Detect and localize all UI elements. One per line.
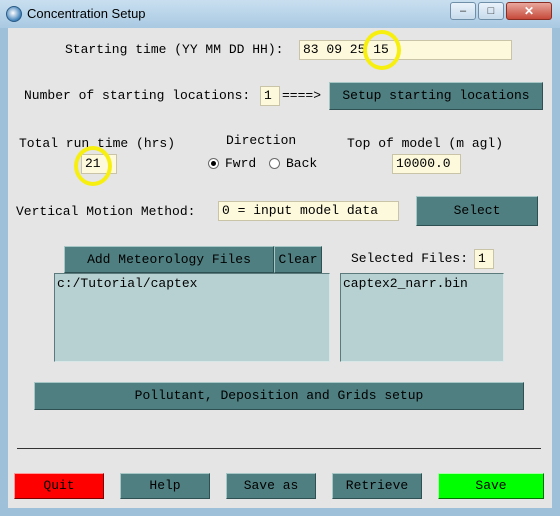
add-meteorology-button[interactable]: Add Meteorology Files bbox=[64, 246, 274, 273]
starting-time-input[interactable]: 83 09 25 15 bbox=[299, 40, 512, 60]
locations-arrow: ====> bbox=[282, 88, 322, 103]
top-model-label: Top of model (m agl) bbox=[347, 136, 504, 151]
list-item[interactable]: c:/Tutorial/captex bbox=[57, 276, 329, 291]
save-as-button[interactable]: Save as bbox=[226, 473, 316, 499]
close-button[interactable]: ✕ bbox=[506, 2, 552, 20]
direction-back-label[interactable]: Back bbox=[286, 156, 317, 171]
top-model-input[interactable]: 10000.0 bbox=[392, 154, 461, 174]
maximize-button[interactable]: □ bbox=[478, 2, 504, 20]
app-globe-icon bbox=[6, 6, 22, 22]
direction-forward-radio[interactable] bbox=[208, 158, 219, 169]
help-button[interactable]: Help bbox=[120, 473, 210, 499]
vertical-motion-input[interactable]: 0 = input model data bbox=[218, 201, 399, 221]
setup-locations-button[interactable]: Setup starting locations bbox=[329, 82, 543, 110]
run-time-label: Total run time (hrs) bbox=[19, 136, 176, 151]
save-button[interactable]: Save bbox=[438, 473, 544, 499]
direction-forward-label[interactable]: Fwrd bbox=[225, 156, 256, 171]
list-item[interactable]: captex2_narr.bin bbox=[343, 276, 503, 291]
selected-files-count: 1 bbox=[474, 249, 494, 269]
window-title: Concentration Setup bbox=[27, 6, 146, 21]
meteorology-directory-list[interactable]: c:/Tutorial/captex bbox=[54, 273, 330, 362]
minimize-button[interactable]: – bbox=[450, 2, 476, 20]
num-locations-input[interactable]: 1 bbox=[260, 86, 280, 106]
separator-line bbox=[17, 448, 541, 449]
direction-back-radio[interactable] bbox=[269, 158, 280, 169]
retrieve-button[interactable]: Retrieve bbox=[332, 473, 422, 499]
selected-files-label: Selected Files: bbox=[351, 251, 469, 266]
direction-label: Direction bbox=[226, 133, 297, 148]
title-bar: Concentration Setup – □ ✕ bbox=[0, 0, 560, 28]
clear-meteorology-button[interactable]: Clear bbox=[274, 246, 322, 273]
dialog-body: Starting time (YY MM DD HH): 83 09 25 15… bbox=[8, 28, 552, 508]
run-time-input[interactable]: 21 bbox=[81, 154, 117, 174]
vertical-motion-label: Vertical Motion Method: bbox=[16, 204, 196, 219]
selected-files-list[interactable]: captex2_narr.bin bbox=[340, 273, 504, 362]
quit-button[interactable]: Quit bbox=[14, 473, 104, 499]
vertical-select-button[interactable]: Select bbox=[416, 196, 538, 226]
pollutant-setup-button[interactable]: Pollutant, Deposition and Grids setup bbox=[34, 382, 524, 410]
starting-time-label: Starting time (YY MM DD HH): bbox=[65, 42, 284, 57]
num-locations-label: Number of starting locations: bbox=[24, 88, 251, 103]
